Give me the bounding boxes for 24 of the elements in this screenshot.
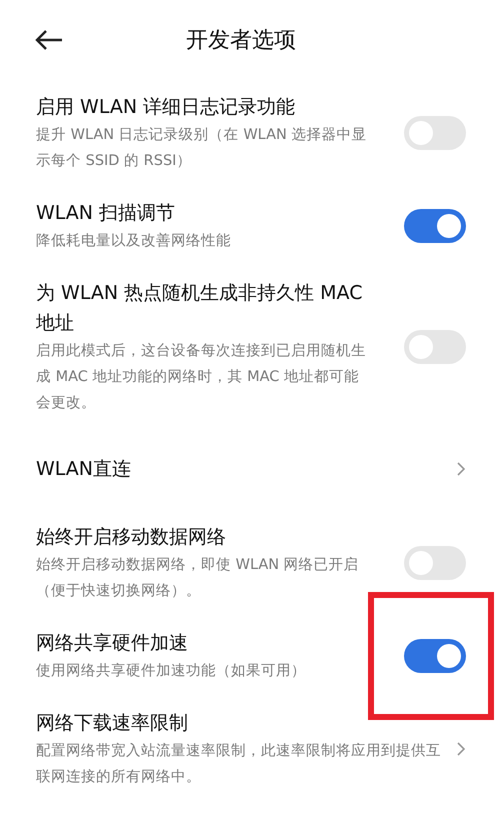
toggle-switch[interactable] xyxy=(404,330,466,364)
setting-title: 网络共享硬件加速 xyxy=(36,631,189,656)
setting-title: 网络下载速率限制 xyxy=(36,711,189,736)
setting-description: 始终开启移动数据网络，即使 WLAN 网络已开启（便于快速切换网络）。 xyxy=(36,556,360,601)
toggle-switch[interactable] xyxy=(404,546,466,580)
settings-link-row[interactable]: WLAN直连 xyxy=(0,428,500,510)
toggle-switch[interactable] xyxy=(404,209,466,243)
setting-description: 启用此模式后，这台设备每次连接到已启用随机生成 MAC 地址功能的网络时，其 MAC 地址都可能会更改。 xyxy=(36,342,367,413)
setting-description: 配置网络带宽入站流量速率限制，此速率限制将应用到提供互联网连接的所有网络中。 xyxy=(36,742,442,787)
setting-title: WLAN直连 xyxy=(36,457,132,482)
setting-description: 提升 WLAN 日志记录级别（在 WLAN 选择器中显示每个 SSID 的 RSSI） xyxy=(36,126,368,171)
setting-description: 降低耗电量以及改善网络性能 xyxy=(36,232,232,251)
chevron-right-icon xyxy=(456,741,466,757)
settings-link-row[interactable]: 网络下载速率限制 配置网络带宽入站流量速率限制，此速率限制将应用到提供互联网连接的所有网络中。 xyxy=(0,696,500,802)
toggle-switch[interactable] xyxy=(404,639,466,673)
chevron-right-icon xyxy=(456,461,466,477)
setting-title: 始终开启移动数据网络 xyxy=(36,525,227,550)
setting-title: 启用 WLAN 详细日志记录功能 xyxy=(36,95,296,120)
setting-description: 使用网络共享硬件加速功能（如果可用） xyxy=(36,662,307,681)
toggle-switch[interactable] xyxy=(404,116,466,150)
setting-title: WLAN 扫描调节 xyxy=(36,201,176,226)
back-arrow-icon[interactable] xyxy=(34,28,64,52)
page-title: 开发者选项 xyxy=(186,27,296,55)
setting-title: 为 WLAN 热点随机生成非持久性 MAC 地址 xyxy=(36,281,364,336)
